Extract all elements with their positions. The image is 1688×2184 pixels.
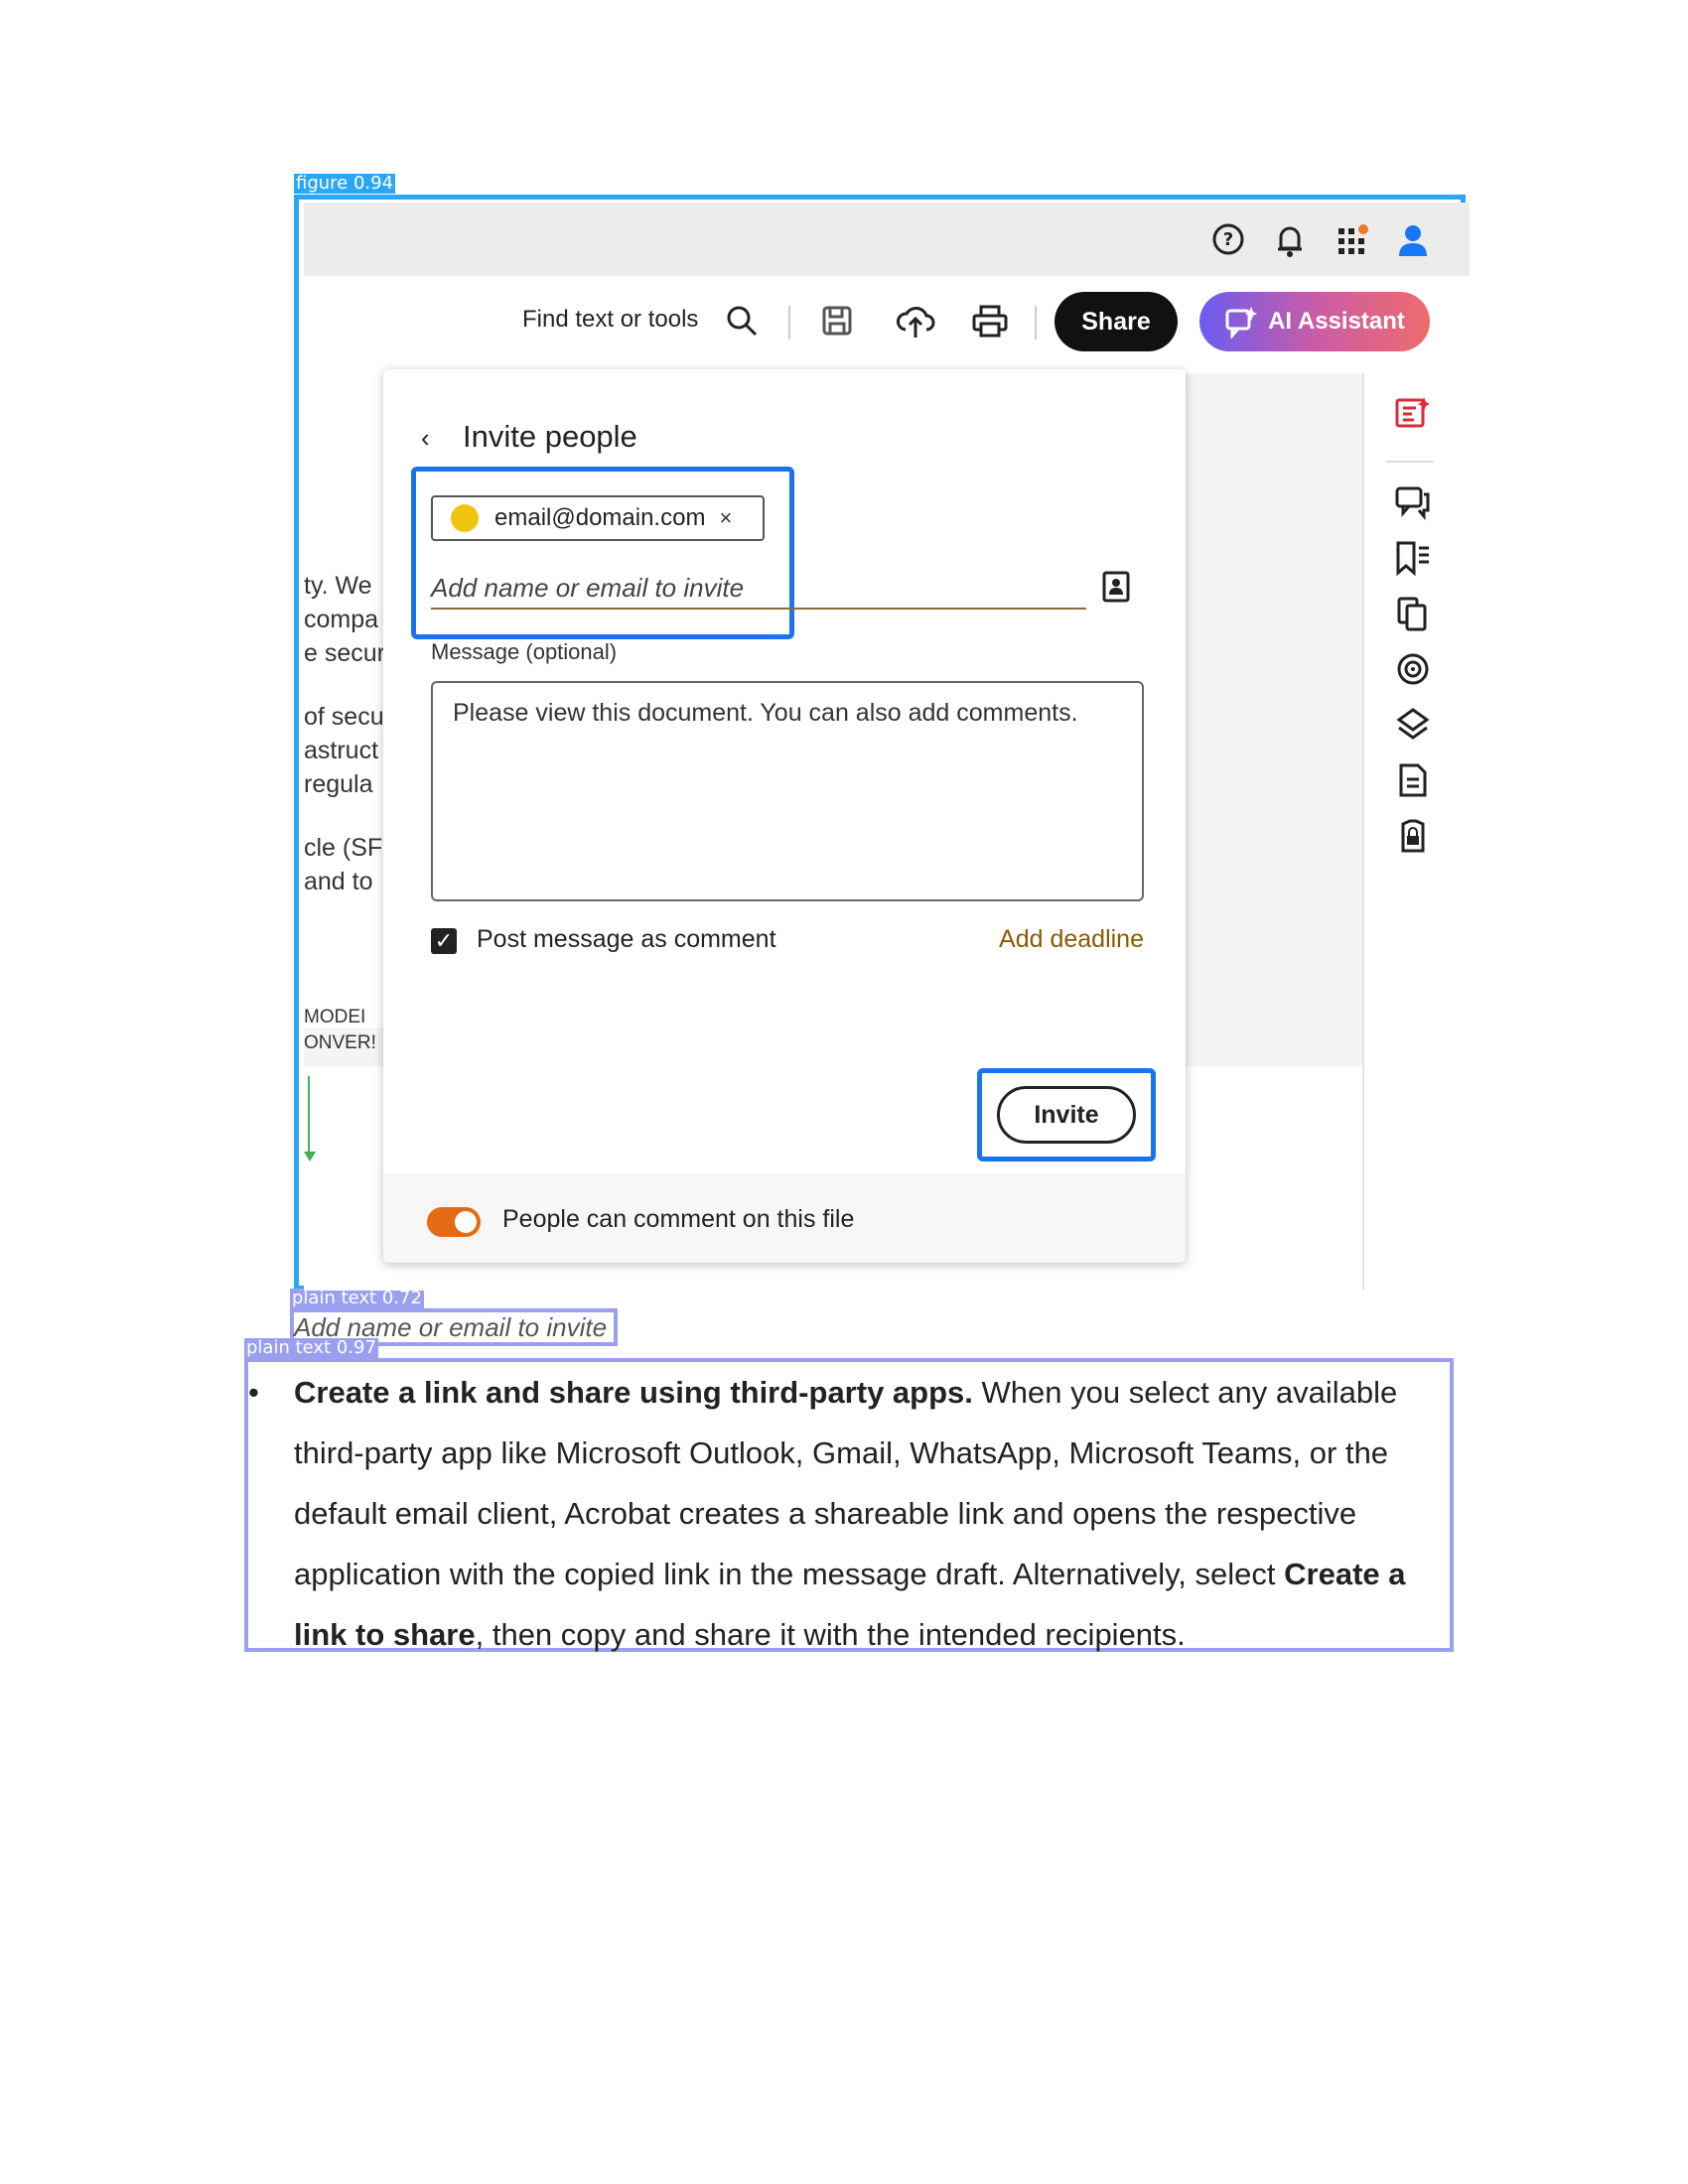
doc-fragment: regula	[304, 770, 373, 798]
app-top-bar: ?	[304, 203, 1470, 276]
contacts-icon[interactable]	[1100, 570, 1132, 604]
doc-fragment: MODEI	[304, 1007, 366, 1027]
bullet-marker: •	[248, 1375, 259, 1410]
bell-icon[interactable]	[1273, 222, 1307, 258]
recipient-chip[interactable]: email@domain.com ×	[431, 495, 765, 541]
search-icon[interactable]	[725, 304, 759, 338]
add-deadline-link[interactable]: Add deadline	[999, 925, 1144, 954]
avatar	[451, 504, 479, 532]
message-textarea[interactable]: Please view this document. You can also …	[431, 681, 1144, 901]
ai-assistant-label: AI Assistant	[1268, 308, 1405, 335]
rail-divider	[1386, 461, 1434, 463]
flow-arrow	[304, 1152, 316, 1161]
figure-detection-label: figure 0.94	[294, 173, 396, 194]
dialog-title: Invite people	[463, 419, 637, 454]
profile-icon[interactable]	[1396, 222, 1430, 258]
print-icon[interactable]	[971, 304, 1009, 340]
invite-button[interactable]: Invite	[997, 1086, 1136, 1144]
doc-fragment: ty. We	[304, 572, 372, 600]
back-chevron-icon[interactable]: ‹	[421, 423, 430, 454]
right-tool-rail	[1362, 373, 1470, 1291]
svg-text:?: ?	[1223, 229, 1233, 250]
doc-fragment: e secur	[304, 639, 385, 667]
comment-permission-label: People can comment on this file	[502, 1205, 855, 1233]
ai-assistant-button[interactable]: AI Assistant	[1199, 292, 1430, 351]
edit-pdf-icon[interactable]	[1394, 395, 1432, 431]
toggle-knob	[455, 1211, 477, 1233]
paragraph-lead: Create a link and share using third-part…	[294, 1375, 973, 1410]
bookmark-icon[interactable]	[1394, 540, 1432, 576]
post-message-checkbox[interactable]: ✓	[431, 928, 457, 954]
save-icon[interactable]	[820, 304, 854, 338]
caption-detection-label: plain text 0.72	[290, 1288, 424, 1308]
comment-toggle[interactable]	[427, 1207, 481, 1237]
document-icon[interactable]	[1394, 762, 1432, 798]
help-icon[interactable]: ?	[1211, 222, 1245, 256]
doc-fragment: of secu	[304, 703, 384, 731]
toolbar-separator	[1035, 306, 1037, 340]
pages-icon[interactable]	[1394, 596, 1432, 631]
close-icon[interactable]: ×	[719, 505, 732, 531]
figure-caption: Add name or email to invite	[294, 1312, 608, 1342]
invite-input[interactable]: Add name or email to invite	[431, 566, 1086, 610]
layers-icon[interactable]	[1394, 707, 1432, 743]
invite-dialog: ‹ Invite people email@domain.com × Add n…	[383, 369, 1186, 1263]
main-toolbar: Find text or tools Share AI Assistant	[304, 276, 1470, 374]
cloud-upload-icon[interactable]	[896, 304, 935, 340]
doc-fragment: ONVER!	[304, 1032, 376, 1053]
share-button[interactable]: Share	[1055, 292, 1178, 351]
toolbar-separator	[788, 306, 790, 340]
recipient-email: email@domain.com	[494, 504, 706, 531]
comment-icon[interactable]	[1394, 484, 1432, 520]
recipient-highlight-box	[411, 467, 794, 639]
flow-line	[308, 1076, 310, 1154]
message-label: Message (optional)	[431, 639, 618, 664]
find-text-label[interactable]: Find text or tools	[522, 306, 698, 334]
instruction-paragraph: Create a link and share using third-part…	[294, 1362, 1446, 1665]
doc-fragment: and to	[304, 868, 373, 895]
secure-document-icon[interactable]	[1394, 818, 1432, 854]
paragraph-text-end: , then copy and share it with the intend…	[475, 1617, 1186, 1652]
ai-assistant-icon	[1225, 307, 1258, 339]
target-icon[interactable]	[1394, 651, 1432, 687]
acrobat-screenshot: ? Find text or tools Share AI Assistant …	[304, 203, 1470, 1291]
post-message-label: Post message as comment	[477, 925, 776, 953]
document-page: ty. We compa e secur of secu astruct reg…	[304, 373, 385, 1028]
dialog-footer: People can comment on this file	[383, 1173, 1186, 1263]
doc-fragment: cle (SF	[304, 834, 383, 862]
apps-grid-icon[interactable]	[1335, 222, 1370, 258]
doc-fragment: astruct	[304, 737, 379, 764]
doc-fragment: compa	[304, 606, 379, 633]
